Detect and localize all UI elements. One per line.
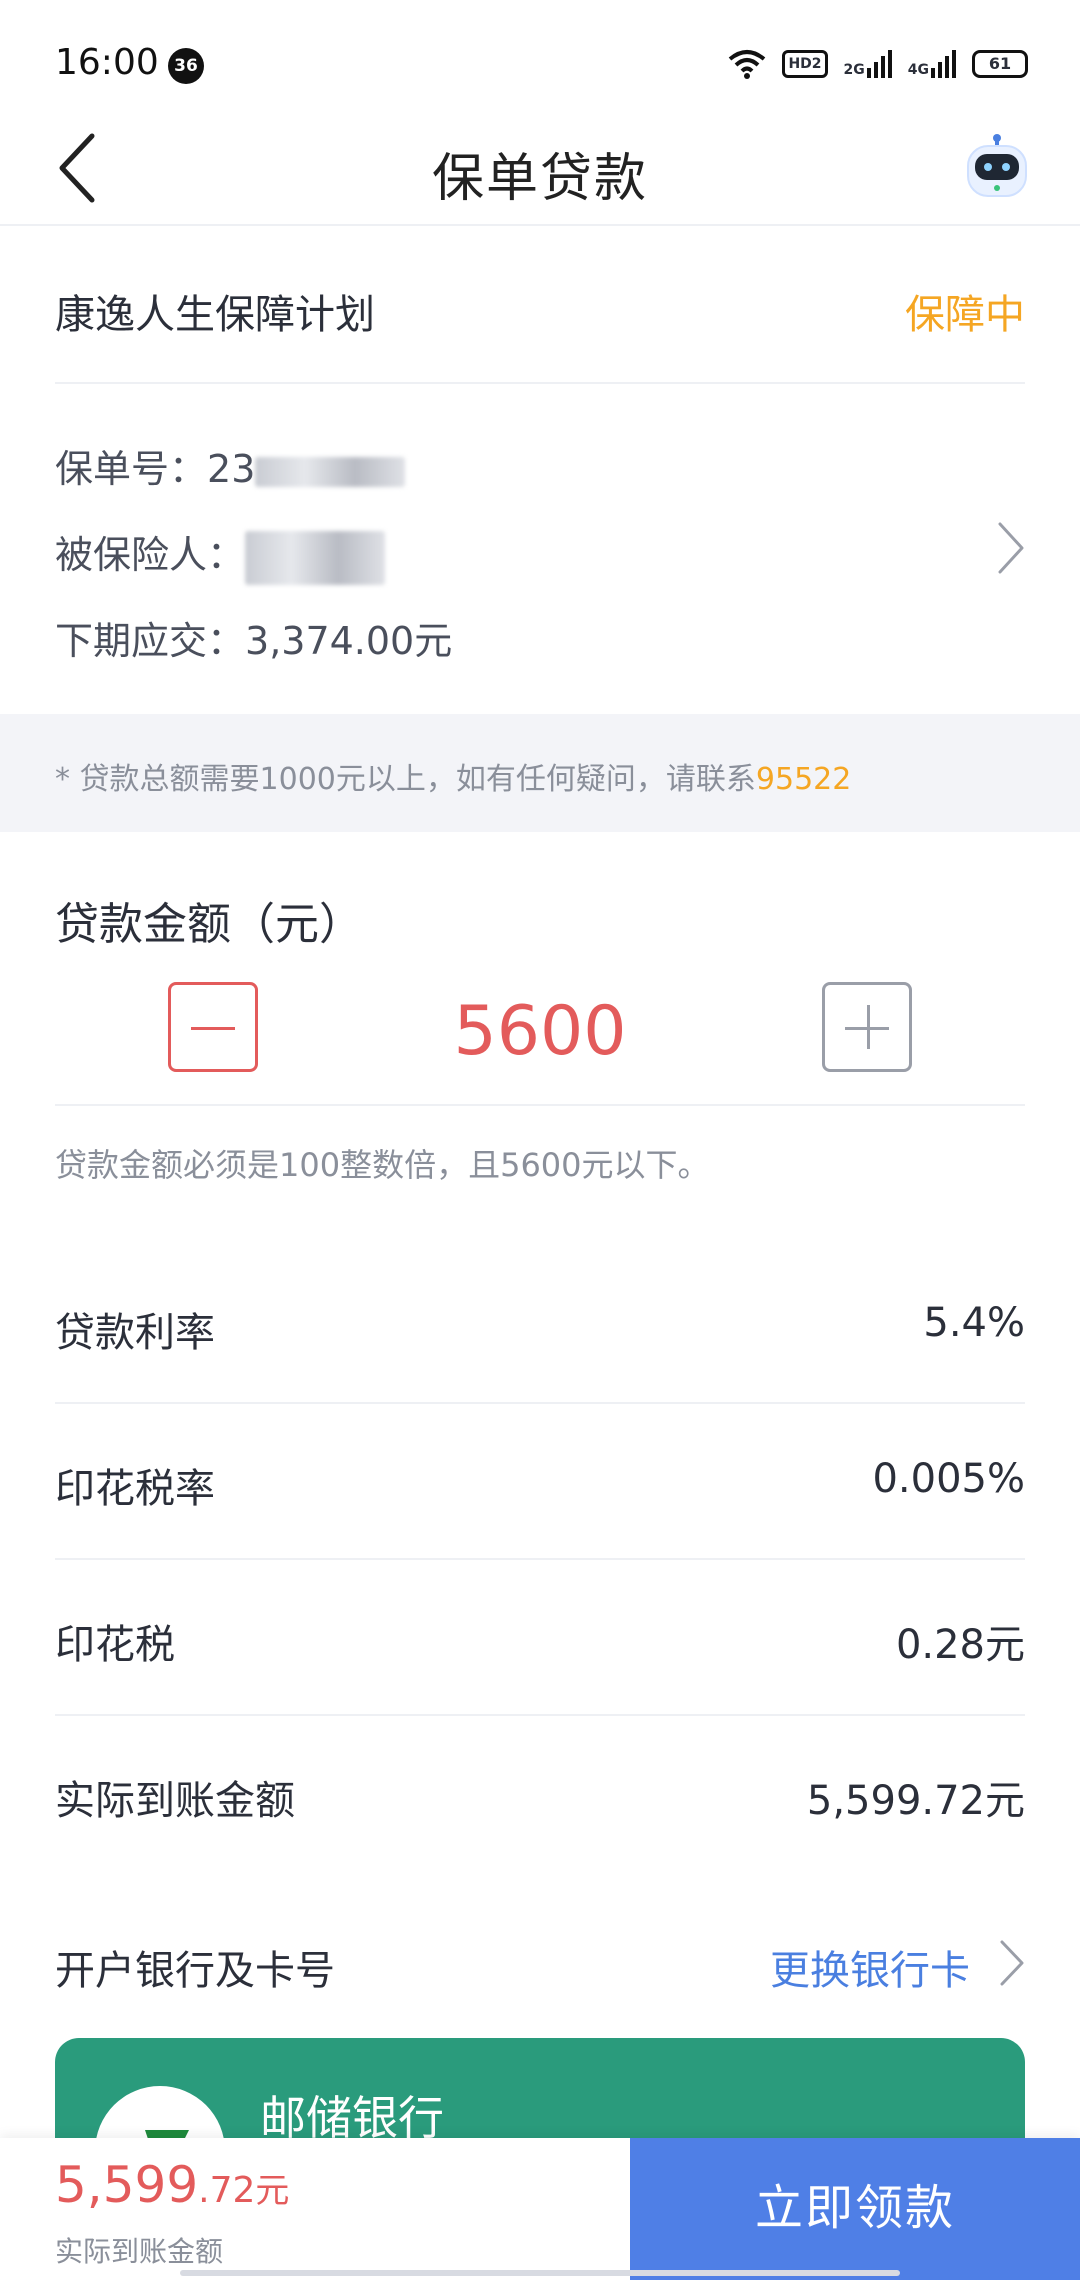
next-payment-row: 下期应交：3,374.00元: [55, 610, 452, 665]
detail-row-stamp-duty-rate: 印花税率 0.005%: [55, 1404, 1025, 1560]
footer-amount-int: 5,599: [55, 2156, 199, 2214]
policy-header: 康逸人生保障计划 保障中: [55, 226, 1025, 384]
status-bar: 16:00 36 HD2 2G 4G 61: [0, 0, 1080, 110]
detail-row-interest-rate: 贷款利率 5.4%: [55, 1248, 1025, 1404]
loan-details: 贷款利率 5.4% 印花税率 0.005% 印花税 0.28元 实际到账金额 5…: [0, 1248, 1080, 1868]
signal-4g-icon: 4G: [908, 50, 956, 78]
notification-badge: 36: [168, 48, 204, 84]
bottom-action-bar: 5,599.72元 实际到账金额 立即领款: [0, 2138, 1080, 2280]
home-indicator[interactable]: [180, 2270, 900, 2276]
change-bank-card-link[interactable]: 更换银行卡: [770, 1938, 970, 1996]
footer-amount-unit: 元: [255, 2171, 290, 2211]
loan-amount-value[interactable]: 5600: [340, 992, 740, 1071]
status-time: 16:00: [55, 42, 159, 83]
policy-number-redacted: [255, 456, 406, 487]
detail-value: 5,599.72元: [806, 1778, 1025, 1824]
next-payment-label: 下期应交：: [55, 619, 246, 663]
footer-amount-dec: .72: [198, 2170, 256, 2211]
network-4g-label: 4G: [907, 62, 929, 78]
detail-row-actual-amount: 实际到账金额 5,599.72元: [55, 1716, 1025, 1872]
divider: [55, 1104, 1025, 1106]
footer-amount: 5,599.72元: [55, 2156, 289, 2214]
detail-row-stamp-duty: 印花税 0.28元: [55, 1560, 1025, 1716]
insured-person-label: 被保险人：: [55, 533, 246, 577]
bank-account-section: 开户银行及卡号 更换银行卡 邮储银行: [0, 1882, 1080, 2238]
notice-text: * 贷款总额需要1000元以上，如有任何疑问，请联系95522: [55, 754, 851, 798]
nav-bar: 保单贷款: [0, 110, 1080, 226]
claim-now-button[interactable]: 立即领款: [630, 2138, 1080, 2280]
insured-person-redacted: [245, 530, 386, 585]
policy-status-badge: 保障中: [905, 292, 1025, 338]
page-title: 保单贷款: [431, 149, 648, 209]
policy-number-row: 保单号：23: [55, 438, 406, 493]
battery-icon: 61: [972, 50, 1028, 78]
policy-number-label: 保单号：: [55, 447, 208, 491]
notice-message: * 贷款总额需要1000元以上，如有任何疑问，请联系: [55, 762, 756, 797]
detail-label: 实际到账金额: [55, 1778, 295, 1824]
network-2g-label: 2G: [843, 62, 865, 78]
next-payment-value: 3,374.00元: [245, 619, 453, 663]
policy-name: 康逸人生保障计划: [55, 292, 375, 338]
signal-2g-icon: 2G: [844, 50, 892, 78]
bank-account-label: 开户银行及卡号: [55, 1948, 335, 1994]
detail-label: 印花税率: [55, 1466, 215, 1512]
decrease-amount-button[interactable]: [168, 982, 258, 1072]
robot-icon[interactable]: [962, 132, 1032, 202]
loan-amount-hint: 贷款金额必须是100整数倍，且5600元以下。: [55, 1146, 710, 1184]
policy-number-value: 23: [207, 447, 256, 491]
detail-value: 0.28元: [895, 1622, 1025, 1668]
hd-voice-icon: HD2: [782, 50, 828, 78]
loan-amount-section: 贷款金额（元） 5600 贷款金额必须是100整数倍，且5600元以下。: [0, 832, 1080, 1234]
status-icons: HD2 2G 4G 61: [728, 44, 1028, 84]
loan-notice: * 贷款总额需要1000元以上，如有任何疑问，请联系95522: [0, 714, 1080, 832]
chevron-right-icon[interactable]: [994, 1936, 1028, 1990]
chevron-right-icon: [998, 522, 1024, 574]
increase-amount-button[interactable]: [822, 982, 912, 1072]
detail-label: 贷款利率: [55, 1310, 215, 1356]
loan-amount-label: 贷款金额（元）: [55, 899, 363, 950]
detail-label: 印花税: [55, 1622, 175, 1668]
footer-caption: 实际到账金额: [55, 2235, 224, 2268]
detail-value: 5.4%: [923, 1300, 1025, 1346]
policy-card[interactable]: 康逸人生保障计划 保障中 保单号：23 被保险人： 下期应交：3,374.00元: [0, 226, 1080, 714]
policy-loan-screen: 16:00 36 HD2 2G 4G 61 保单贷款 康逸人生保障计划 保障中 …: [0, 0, 1080, 2280]
wifi-icon: [729, 50, 766, 79]
insured-person-row: 被保险人：: [55, 524, 386, 585]
detail-value: 0.005%: [872, 1456, 1025, 1502]
hotline-link[interactable]: 95522: [756, 762, 851, 797]
